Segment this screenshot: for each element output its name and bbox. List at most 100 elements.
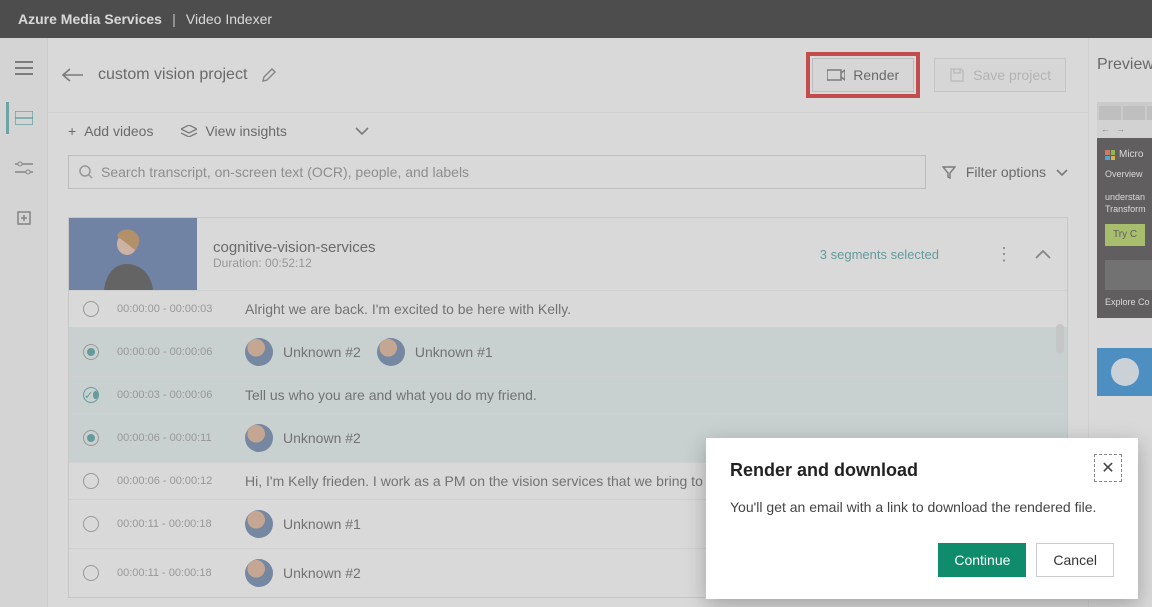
- avatar: [245, 338, 273, 366]
- dialog-body: You'll get an email with a link to downl…: [730, 499, 1114, 515]
- video-duration: Duration: 00:52:12: [213, 256, 376, 270]
- plus-icon: +: [68, 123, 76, 139]
- video-list-icon[interactable]: [6, 102, 38, 134]
- scrollbar-thumb[interactable]: [1056, 324, 1064, 354]
- radio-icon[interactable]: [83, 473, 99, 489]
- preview-browser: ←→ Micro Overview understan Transform Tr…: [1097, 102, 1152, 318]
- people-group: Unknown #2 Unknown #1: [245, 338, 493, 366]
- left-rail: [0, 38, 48, 607]
- people-group: Unknown #2: [245, 559, 361, 587]
- hamburger-icon[interactable]: [8, 52, 40, 84]
- avatar: [245, 510, 273, 538]
- filter-icon: [942, 165, 956, 179]
- save-label: Save project: [973, 67, 1051, 83]
- edit-icon[interactable]: [261, 67, 277, 83]
- more-icon[interactable]: ⋮: [995, 244, 1013, 265]
- transcript-row[interactable]: 00:00:00 - 00:00:03 Alright we are back. …: [69, 290, 1067, 327]
- view-insights-button[interactable]: View insights: [181, 123, 286, 139]
- render-icon: [827, 68, 845, 82]
- filter-options-button[interactable]: Filter options: [942, 164, 1068, 180]
- radio-icon[interactable]: [83, 301, 99, 317]
- person-chip[interactable]: Unknown #2: [245, 424, 361, 452]
- time-range: 00:00:03 - 00:00:06: [117, 389, 227, 401]
- time-range: 00:00:11 - 00:00:18: [117, 518, 227, 530]
- radio-icon[interactable]: [83, 516, 99, 532]
- continue-button[interactable]: Continue: [938, 543, 1026, 577]
- preview-explore: Explore Co: [1105, 296, 1152, 309]
- back-arrow-icon[interactable]: [62, 68, 84, 82]
- brand-divider: |: [172, 11, 176, 27]
- person-chip[interactable]: Unknown #2: [245, 559, 361, 587]
- person-name: Unknown #1: [415, 344, 493, 360]
- layers-icon: [181, 125, 197, 137]
- avatar: [377, 338, 405, 366]
- person-chip[interactable]: Unknown #1: [377, 338, 493, 366]
- toolbar: + Add videos View insights: [48, 112, 1088, 149]
- search-icon: [79, 165, 93, 179]
- card-actions: ⋮: [995, 218, 1067, 290]
- radio-icon[interactable]: [83, 565, 99, 581]
- export-icon[interactable]: [8, 202, 40, 234]
- render-dialog: ✕ Render and download You'll get an emai…: [706, 438, 1138, 599]
- search-input[interactable]: [101, 164, 915, 180]
- preview-line1: understan: [1105, 191, 1152, 204]
- transcript-text: Tell us who you are and what you do my f…: [245, 387, 537, 403]
- save-icon: [949, 67, 965, 83]
- save-project-button[interactable]: Save project: [934, 58, 1066, 92]
- product-label: Video Indexer: [186, 11, 272, 27]
- preview-try[interactable]: Try C: [1105, 224, 1145, 246]
- transcript-row[interactable]: 00:00:00 - 00:00:06 Unknown #2 Unknown #1: [69, 327, 1067, 376]
- video-card-header: cognitive-vision-services Duration: 00:5…: [69, 218, 1067, 290]
- radio-icon[interactable]: [83, 344, 99, 360]
- person-chip[interactable]: Unknown #2: [245, 338, 361, 366]
- close-button[interactable]: ✕: [1094, 454, 1122, 482]
- search-box[interactable]: [68, 155, 926, 189]
- chevron-up-icon[interactable]: [1035, 250, 1051, 259]
- project-name: custom vision project: [98, 66, 247, 84]
- radio-icon[interactable]: [83, 430, 99, 446]
- chevron-down-icon[interactable]: [355, 127, 369, 135]
- render-button[interactable]: Render: [812, 58, 914, 92]
- avatar: [245, 559, 273, 587]
- preview-heading: Preview: [1097, 56, 1152, 74]
- title-bar: custom vision project Render Save projec…: [48, 38, 1088, 112]
- time-range: 00:00:11 - 00:00:18: [117, 567, 227, 579]
- checkmark-icon[interactable]: ✓: [83, 387, 99, 403]
- brand-label: Azure Media Services: [18, 11, 162, 27]
- top-bar: Azure Media Services | Video Indexer: [0, 0, 1152, 38]
- chevron-down-icon: [1056, 169, 1068, 176]
- preview-line2: Transform: [1105, 203, 1152, 216]
- transcript-row[interactable]: ✓ 00:00:03 - 00:00:06 Tell us who you are …: [69, 376, 1067, 413]
- people-group: Unknown #1: [245, 510, 361, 538]
- time-range: 00:00:00 - 00:00:03: [117, 303, 227, 315]
- dialog-title: Render and download: [730, 460, 1114, 481]
- search-row: Filter options: [48, 149, 1088, 195]
- preview-msft: Micro: [1119, 148, 1143, 162]
- video-thumbnail[interactable]: [69, 218, 197, 290]
- person-name: Unknown #2: [283, 565, 361, 581]
- person-chip[interactable]: Unknown #1: [245, 510, 361, 538]
- transcript-text: Alright we are back. I'm excited to be h…: [245, 301, 571, 317]
- sliders-icon[interactable]: [8, 152, 40, 184]
- add-videos-button[interactable]: + Add videos: [68, 123, 153, 139]
- avatar: [245, 424, 273, 452]
- video-meta: cognitive-vision-services Duration: 00:5…: [197, 218, 995, 290]
- filter-label: Filter options: [966, 164, 1046, 180]
- add-videos-label: Add videos: [84, 123, 153, 139]
- render-highlight: Render: [806, 52, 920, 98]
- person-name: Unknown #2: [283, 344, 361, 360]
- transcript-text: Hi, I'm Kelly frieden. I work as a PM on…: [245, 473, 750, 489]
- person-name: Unknown #1: [283, 516, 361, 532]
- person-name: Unknown #2: [283, 430, 361, 446]
- preview-overview: Overview: [1105, 168, 1152, 181]
- play-icon: [1111, 358, 1139, 386]
- time-range: 00:00:06 - 00:00:12: [117, 475, 227, 487]
- video-title: cognitive-vision-services: [213, 239, 376, 256]
- time-range: 00:00:00 - 00:00:06: [117, 346, 227, 358]
- cancel-button[interactable]: Cancel: [1036, 543, 1114, 577]
- render-label: Render: [853, 67, 899, 83]
- time-range: 00:00:06 - 00:00:11: [117, 432, 227, 444]
- people-group: Unknown #2: [245, 424, 361, 452]
- preview-video-player[interactable]: [1097, 348, 1152, 396]
- view-insights-label: View insights: [205, 123, 286, 139]
